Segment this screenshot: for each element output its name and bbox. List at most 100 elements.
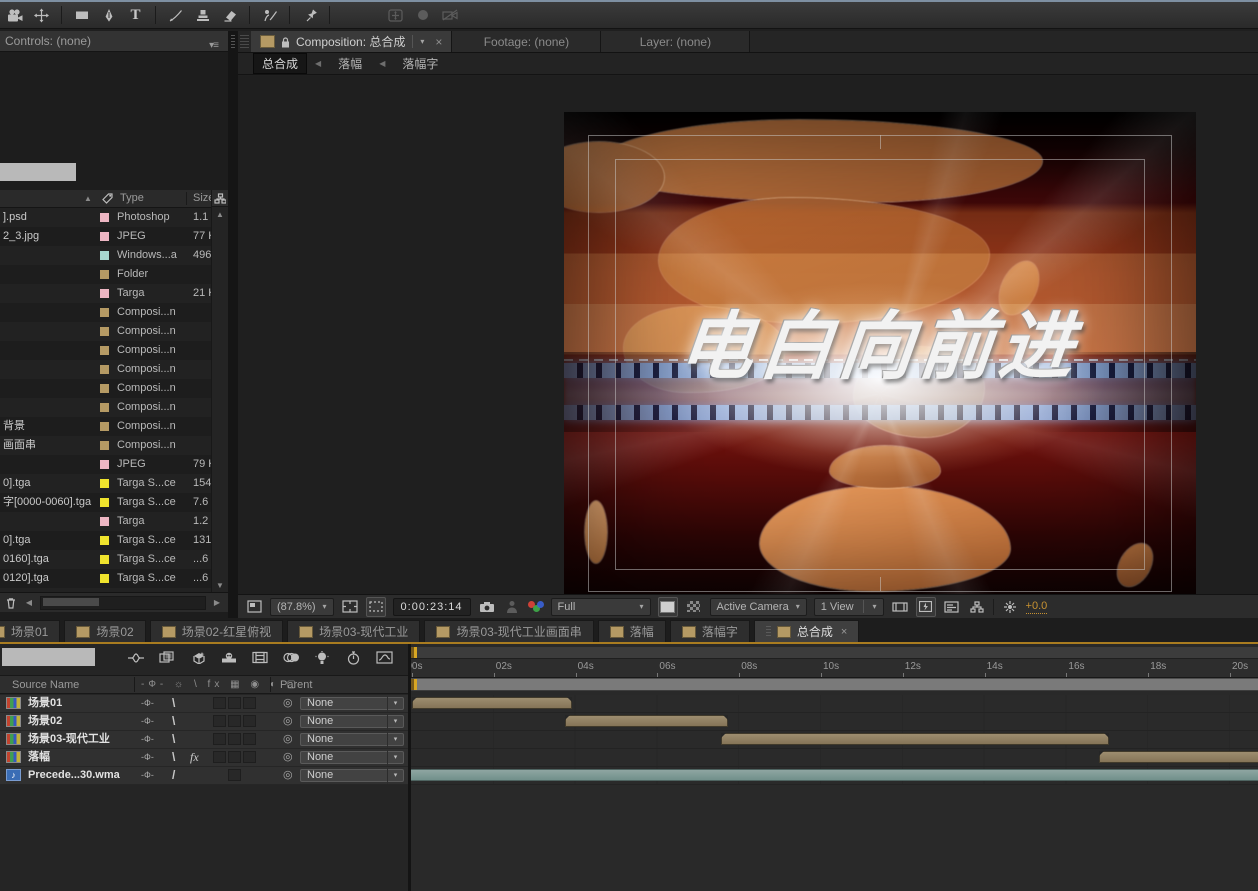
camera-tool-icon[interactable] <box>2 4 27 26</box>
panel-menu-icon[interactable]: ▾≡ <box>209 35 218 56</box>
timeline-tab[interactable]: 场景02-红星俯视 <box>151 621 282 642</box>
switch-checkbox[interactable] <box>228 697 241 709</box>
frame-blending-icon[interactable] <box>250 649 270 666</box>
scrollbar-thumb[interactable] <box>43 598 99 606</box>
current-time-display[interactable]: 0:00:23:14 <box>393 598 471 616</box>
roto-brush-tool-icon[interactable] <box>257 4 282 26</box>
parent-select[interactable]: None▾ <box>300 769 404 782</box>
layer-row[interactable]: 落幅-Ф-\fx◎None▾ <box>0 749 408 767</box>
shy-switch[interactable]: -Ф- <box>141 695 154 711</box>
project-file-row[interactable]: 2_3.jpgJPEG77 K <box>0 227 212 246</box>
live-update-icon[interactable] <box>188 649 208 666</box>
project-file-row[interactable]: 0].tgaTarga S...ce131 <box>0 531 212 550</box>
fast-preview-icon[interactable] <box>916 597 936 617</box>
type-column-header[interactable]: Type <box>120 192 144 204</box>
layer-duration-bar[interactable] <box>1099 751 1258 763</box>
layer-track[interactable] <box>411 713 1258 731</box>
layer-track[interactable] <box>411 749 1258 767</box>
exposure-value[interactable]: +0.0 <box>1026 600 1048 614</box>
sort-ascending-icon[interactable]: ▲ <box>84 194 92 203</box>
layer-duration-bar[interactable] <box>412 697 572 709</box>
safe-margins-icon[interactable] <box>341 598 359 616</box>
pick-whip-icon[interactable]: ◎ <box>283 731 293 747</box>
close-icon[interactable]: × <box>841 626 847 638</box>
label-color-swatch[interactable] <box>100 270 109 279</box>
label-color-swatch[interactable] <box>100 213 109 222</box>
mini-flowchart-icon[interactable] <box>126 649 146 666</box>
always-preview-icon[interactable] <box>245 598 263 616</box>
switch-checkbox[interactable] <box>213 733 226 745</box>
project-file-row[interactable]: 0120].tgaTarga S...ce...6 <box>0 569 212 588</box>
layer-duration-bar[interactable] <box>411 769 1258 781</box>
pick-whip-icon[interactable]: ◎ <box>283 749 293 765</box>
timeline-tab[interactable]: 场景03-现代工业 <box>288 621 419 642</box>
column-divider[interactable] <box>186 192 187 205</box>
divider-grip[interactable] <box>231 35 235 49</box>
label-color-swatch[interactable] <box>100 441 109 450</box>
shy-layers-icon[interactable] <box>219 649 239 666</box>
project-file-row[interactable]: 0160].tgaTarga S...ce...6 <box>0 550 212 569</box>
timeline-tab[interactable]: 落幅字 <box>671 621 749 642</box>
layer-track[interactable] <box>411 695 1258 713</box>
fx-switch[interactable]: fx <box>190 749 199 765</box>
lock-icon[interactable] <box>280 36 291 48</box>
switch-checkbox[interactable] <box>213 751 226 763</box>
viewer-tab[interactable]: Composition: 总合成▾× <box>251 31 452 52</box>
panel-header[interactable]: Controls: (none) ▾≡ <box>0 31 228 52</box>
project-file-row[interactable]: Folder <box>0 265 212 284</box>
pixel-aspect-icon[interactable] <box>891 598 909 616</box>
show-channel-icon[interactable] <box>528 601 544 613</box>
pick-whip-icon[interactable]: ◎ <box>283 767 293 783</box>
label-color-swatch[interactable] <box>100 289 109 298</box>
eraser-tool-icon[interactable] <box>217 4 242 26</box>
panel-grip[interactable] <box>240 35 249 48</box>
label-color-swatch[interactable] <box>100 308 109 317</box>
layer-duration-bar[interactable] <box>565 715 728 727</box>
shy-switch[interactable]: -Ф- <box>141 767 154 783</box>
snapshot-camera-icon[interactable] <box>478 598 496 616</box>
puppet-pin-tool-icon[interactable] <box>297 4 322 26</box>
clone-stamp-tool-icon[interactable] <box>190 4 215 26</box>
flowchart-view-icon[interactable] <box>212 190 228 207</box>
project-file-row[interactable]: Composi...n <box>0 398 212 417</box>
pick-whip-icon[interactable]: ◎ <box>283 713 293 729</box>
scroll-left-icon[interactable]: ◀ <box>22 598 36 607</box>
viewer-canvas[interactable]: 电白向前进 <box>238 76 1258 594</box>
label-color-swatch[interactable] <box>100 555 109 564</box>
layer-row[interactable]: 场景02-Ф-\◎None▾ <box>0 713 408 731</box>
project-file-row[interactable]: Targa1.2 <box>0 512 212 531</box>
shy-switch[interactable]: -Ф- <box>141 713 154 729</box>
tab-grip[interactable] <box>766 626 771 638</box>
project-file-row[interactable]: Composi...n <box>0 379 212 398</box>
auto-keyframe-icon[interactable] <box>343 649 363 666</box>
timeline-tab[interactable]: 场景03-现代工业画面串 <box>425 621 592 642</box>
quality-switch[interactable]: \ <box>172 731 175 747</box>
time-navigator-start-handle[interactable] <box>411 647 417 658</box>
time-ruler[interactable]: 0:00s02s04s06s08s10s12s14s16s18s20s <box>411 659 1258 678</box>
source-name-header[interactable]: Source Name <box>12 679 79 691</box>
project-file-row[interactable]: ].psdPhotoshop1.1 <box>0 208 212 227</box>
work-area-start-handle[interactable] <box>411 679 417 690</box>
switch-checkbox[interactable] <box>228 769 241 781</box>
switch-checkbox[interactable] <box>243 697 256 709</box>
project-file-row[interactable]: 0].tgaTarga S...ce154 <box>0 474 212 493</box>
exposure-reset-icon[interactable] <box>1001 598 1019 616</box>
project-file-row[interactable]: Composi...n <box>0 341 212 360</box>
graph-editor-icon[interactable] <box>374 649 394 666</box>
comp-flowchart-icon[interactable] <box>968 598 986 616</box>
motion-blur-icon[interactable] <box>281 649 301 666</box>
switch-checkbox[interactable] <box>228 751 241 763</box>
current-time-field[interactable] <box>2 648 95 666</box>
label-color-swatch[interactable] <box>100 460 109 469</box>
parent-select[interactable]: None▾ <box>300 697 404 710</box>
horizontal-scrollbar[interactable] <box>40 596 206 610</box>
switch-checkbox[interactable] <box>243 715 256 727</box>
viewer-tab[interactable]: Footage: (none) <box>452 31 601 52</box>
dropdown-arrow-icon[interactable]: ▾ <box>387 750 403 766</box>
scroll-right-icon[interactable]: ▶ <box>210 598 224 607</box>
layer-track[interactable] <box>411 767 1258 785</box>
trash-icon[interactable] <box>4 596 18 610</box>
pan-behind-tool-icon[interactable] <box>29 4 54 26</box>
magnification-select[interactable]: (87.8%)▾ <box>270 598 334 616</box>
label-color-swatch[interactable] <box>100 574 109 583</box>
